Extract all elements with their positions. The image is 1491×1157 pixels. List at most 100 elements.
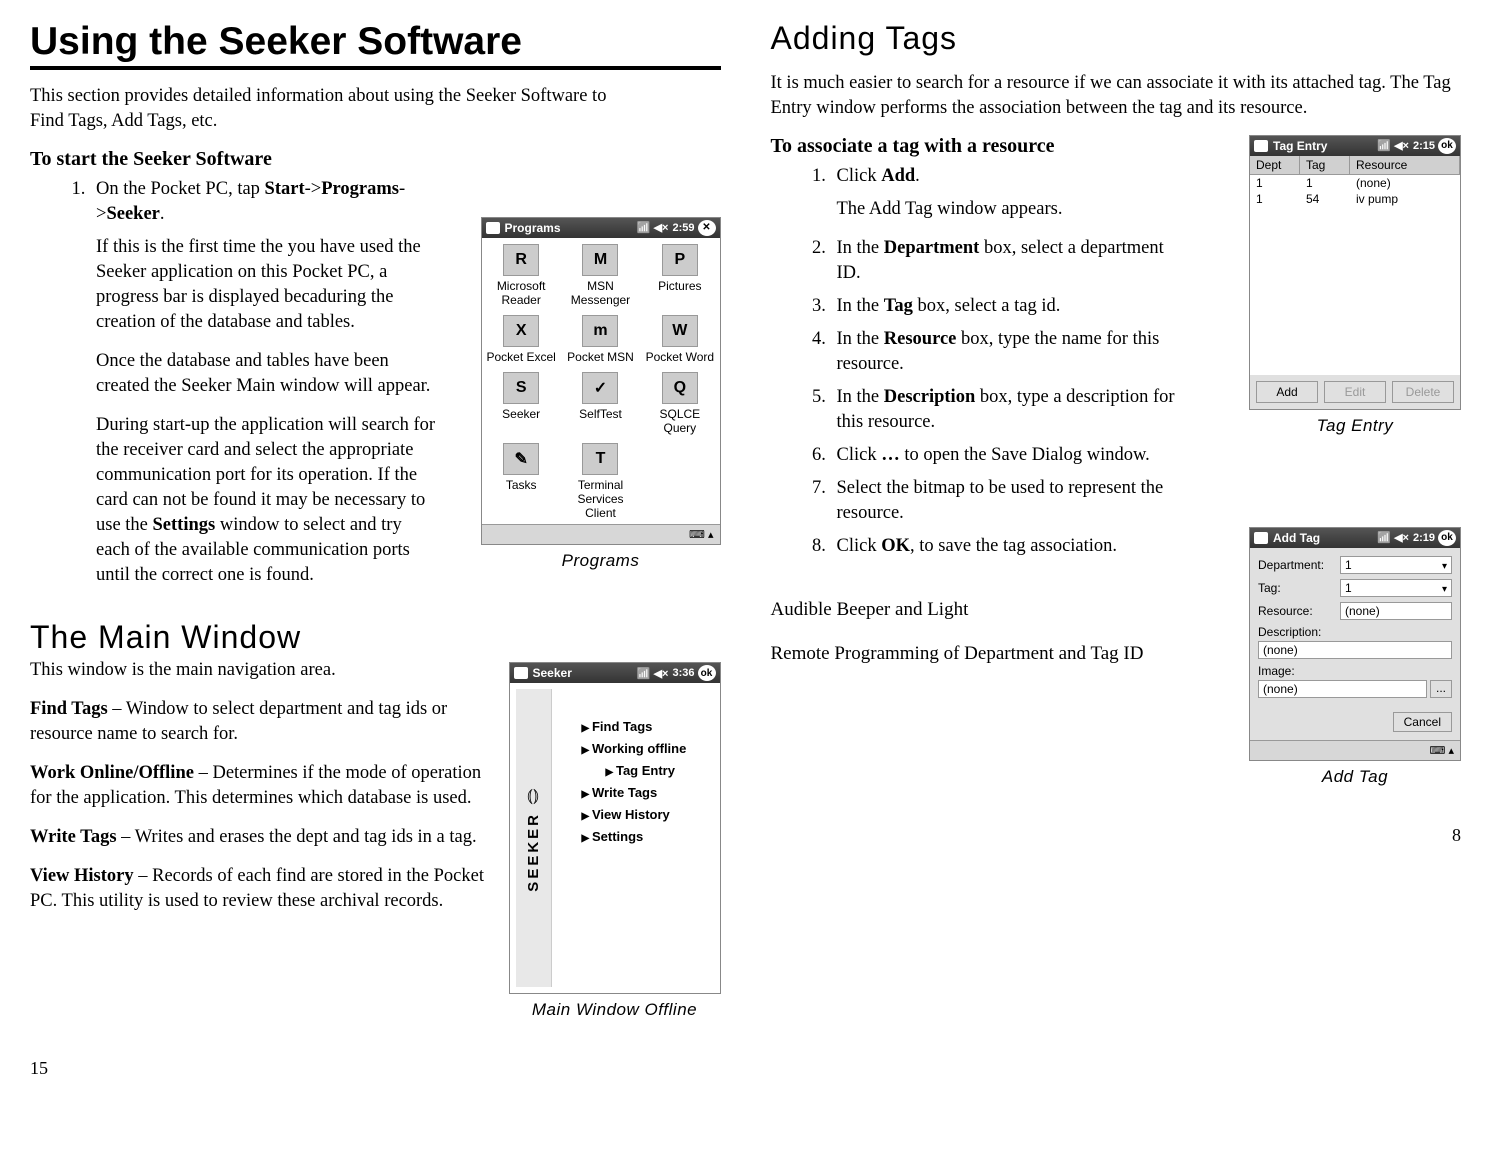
start-flag-icon[interactable] <box>1254 140 1268 152</box>
app-microsoft-reader[interactable]: RMicrosoft Reader <box>484 244 559 307</box>
table-row[interactable]: 1 54 iv pump <box>1250 191 1460 207</box>
para: If this is the first time the you have u… <box>96 235 436 335</box>
app-icon: Q <box>662 372 698 404</box>
menu-working-offline[interactable]: Working offline <box>582 741 702 756</box>
ok-button[interactable]: ok <box>698 665 716 681</box>
app-pocket-word[interactable]: WPocket Word <box>642 315 717 364</box>
sip-bar[interactable]: ⌨ ▴ <box>1250 740 1460 760</box>
image-input[interactable]: (none) <box>1258 680 1427 698</box>
tag-entry-figure: Tag Entry 📶 ◀× 2:15 ok Dept Tag Resource… <box>1249 135 1461 436</box>
main-window-title: The Main Window <box>30 619 721 656</box>
app-pocket-msn[interactable]: mPocket MSN <box>563 315 638 364</box>
adding-tags-intro: It is much easier to search for a resour… <box>771 71 1462 121</box>
titlebar-text: Seeker <box>533 666 572 680</box>
close-icon[interactable]: ✕ <box>698 220 716 236</box>
add-tag-caption: Add Tag <box>1249 767 1461 787</box>
app-label: Pictures <box>658 279 701 293</box>
para: During start-up the application will sea… <box>96 413 436 588</box>
app-icon: M <box>582 244 618 276</box>
step: Click OK, to save the tag association. <box>831 534 1191 559</box>
department-label: Department: <box>1258 558 1340 572</box>
delete-button[interactable]: Delete <box>1392 381 1454 403</box>
app-icon: S <box>503 372 539 404</box>
start-flag-icon[interactable] <box>1254 532 1268 544</box>
chevron-down-icon <box>1442 558 1447 572</box>
step: Click Add. The Add Tag window appears. <box>831 164 1191 222</box>
menu-find-tags[interactable]: Find Tags <box>582 719 702 734</box>
app-label: Terminal Services Client <box>563 478 638 520</box>
description-input[interactable]: (none) <box>1258 641 1452 659</box>
ok-button[interactable]: ok <box>1438 138 1456 154</box>
app-msn-messenger[interactable]: MMSN Messenger <box>563 244 638 307</box>
add-button[interactable]: Add <box>1256 381 1318 403</box>
menu-view-history[interactable]: View History <box>582 807 702 822</box>
app-label: Tasks <box>506 478 537 492</box>
signal-icon: 📶 ◀× <box>1377 139 1409 152</box>
tag-entry-body: Dept Tag Resource 1 1 (none) 1 54 <box>1250 156 1460 409</box>
edit-button[interactable]: Edit <box>1324 381 1386 403</box>
programs-titlebar: Programs 📶 ◀× 2:59 ✕ <box>482 218 720 238</box>
app-seeker[interactable]: SSeeker <box>484 372 559 435</box>
start-flag-icon[interactable] <box>486 222 500 234</box>
menu-tag-entry[interactable]: Tag Entry <box>606 763 702 778</box>
clock-text: 2:59 <box>672 222 694 234</box>
find-tags-label: Find Tags <box>30 699 108 719</box>
associate-steps: Click Add. The Add Tag window appears. I… <box>771 164 1191 559</box>
seeker-figure: Seeker 📶 ◀× 3:36 ok ⦅⦆ SEEKER Find Tags … <box>509 662 721 1020</box>
chevron-down-icon <box>1442 581 1447 595</box>
app-pocket-excel[interactable]: XPocket Excel <box>484 315 559 364</box>
app-label: Pocket MSN <box>567 350 634 364</box>
cell: 54 <box>1300 191 1350 207</box>
step-body: If this is the first time the you have u… <box>96 235 436 588</box>
sip-bar[interactable]: ⌨ ▴ <box>482 524 720 544</box>
signal-icon: 📶 ◀× <box>1377 531 1409 544</box>
col-resource[interactable]: Resource <box>1350 156 1460 174</box>
cancel-button[interactable]: Cancel <box>1393 712 1452 732</box>
app-icon: W <box>662 315 698 347</box>
seeker-window: Seeker 📶 ◀× 3:36 ok ⦅⦆ SEEKER Find Tags … <box>509 662 721 994</box>
seeker-titlebar: Seeker 📶 ◀× 3:36 ok <box>510 663 720 683</box>
menu-settings[interactable]: Settings <box>582 829 702 844</box>
menu-write-tags[interactable]: Write Tags <box>582 785 702 800</box>
cell: 1 <box>1300 175 1350 191</box>
step: Click … to open the Save Dialog window. <box>831 443 1191 468</box>
tag-entry-window: Tag Entry 📶 ◀× 2:15 ok Dept Tag Resource… <box>1249 135 1461 410</box>
start-flag-icon[interactable] <box>514 667 528 679</box>
app-icon: X <box>503 315 539 347</box>
step-text: -> <box>305 179 322 199</box>
signal-arc-icon: ⦅⦆ <box>527 785 539 806</box>
app-pictures[interactable]: PPictures <box>642 244 717 307</box>
step-bold: Start <box>265 179 305 199</box>
department-select[interactable]: 1 <box>1340 556 1452 574</box>
resource-input[interactable]: (none) <box>1340 602 1452 620</box>
ok-button[interactable]: ok <box>1438 530 1456 546</box>
tag-select[interactable]: 1 <box>1340 579 1452 597</box>
signal-icon: 📶 ◀× <box>637 667 669 680</box>
cell: 1 <box>1250 175 1300 191</box>
step: In the Description box, type a descripti… <box>831 385 1191 435</box>
app-terminal-services[interactable]: TTerminal Services Client <box>563 443 638 520</box>
titlebar-text: Add Tag <box>1273 531 1320 545</box>
tag-entry-buttons: Add Edit Delete <box>1250 375 1460 409</box>
app-label: SQLCE Query <box>642 407 717 435</box>
step-text: On the Pocket PC, tap <box>96 179 265 199</box>
step-after: The Add Tag window appears. <box>837 197 1191 222</box>
add-tag-figure: Add Tag 📶 ◀× 2:19 ok Department:1 Tag:1 … <box>1249 527 1461 787</box>
para: Once the database and tables have been c… <box>96 349 436 399</box>
page-number-right: 8 <box>771 825 1462 846</box>
app-sqlce-query[interactable]: Q SQLCE Query <box>642 372 717 435</box>
page-number-left: 15 <box>30 1058 721 1079</box>
add-tag-body: Department:1 Tag:1 Resource:(none) Descr… <box>1250 548 1460 740</box>
resource-label: Resource: <box>1258 604 1340 618</box>
step: Select the bitmap to be used to represen… <box>831 476 1191 526</box>
table-row[interactable]: 1 1 (none) <box>1250 175 1460 191</box>
app-icon: R <box>503 244 539 276</box>
signal-icon: 📶 ◀× <box>637 221 669 234</box>
col-tag[interactable]: Tag <box>1300 156 1350 174</box>
col-dept[interactable]: Dept <box>1250 156 1300 174</box>
app-selftest[interactable]: ✓SelfTest <box>563 372 638 435</box>
write-tags-desc: – Writes and erases the dept and tag ids… <box>117 827 477 847</box>
browse-button[interactable]: ... <box>1430 680 1452 698</box>
app-tasks[interactable]: ✎Tasks <box>484 443 559 520</box>
step: In the Resource box, type the name for t… <box>831 327 1191 377</box>
